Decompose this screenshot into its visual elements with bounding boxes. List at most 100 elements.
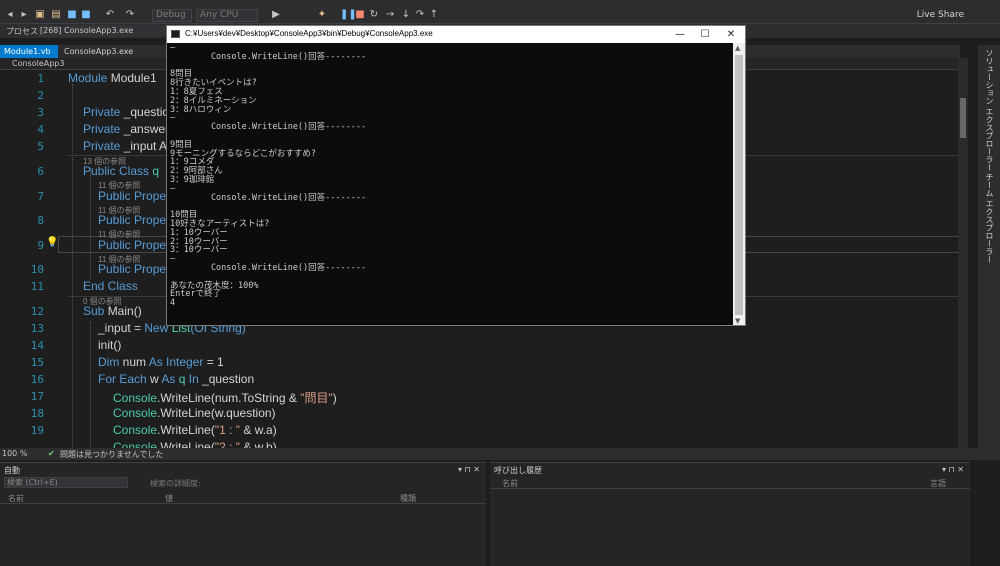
code-line-6: Public Class q: [83, 164, 160, 178]
solution-explorer-tab[interactable]: ソリューション エクスプローラー: [984, 49, 995, 172]
code-line-18: Console.WriteLine(w.question): [113, 406, 276, 420]
editor-scrollbar[interactable]: [958, 58, 968, 448]
line-number: 8: [37, 214, 44, 227]
redo-icon[interactable]: ↷: [124, 9, 136, 21]
console-title-bar[interactable]: C:¥Users¥dev¥Desktop¥ConsoleApp3¥bin¥Deb…: [167, 26, 745, 43]
code-line-14: init(): [98, 338, 122, 352]
search-depth-label: 検索の詳細度:: [150, 479, 201, 488]
debug-tool-icon[interactable]: ✦: [316, 9, 328, 21]
line-number: 5: [37, 140, 44, 153]
column-header-name[interactable]: 名前: [8, 493, 24, 504]
line-number: 19: [30, 424, 44, 437]
forward-icon[interactable]: ▸: [18, 9, 30, 21]
code-line-4: Private _answer: [83, 122, 170, 136]
line-number: 14: [30, 339, 44, 352]
indent-guide: [90, 322, 91, 448]
line-number: 10: [30, 263, 44, 276]
line-number: 2: [37, 89, 44, 102]
code-line-1: Module Module1: [68, 71, 157, 85]
tab-module1[interactable]: Module1.vb: [0, 45, 58, 58]
indent-guide: [72, 84, 73, 448]
autos-panel: 自動 ▾ ⊓ ✕ 検索 (Ctrl+E) 検索の詳細度: 名前 値 種類: [0, 462, 486, 566]
column-header-name[interactable]: 名前: [502, 478, 518, 489]
new-project-icon[interactable]: ▣: [34, 9, 46, 21]
close-icon[interactable]: ✕: [723, 28, 739, 41]
scroll-up-icon[interactable]: ▲: [735, 44, 740, 52]
side-tool-tabs: ソリューション エクスプローラー チーム エクスプローラー: [978, 45, 1000, 455]
scroll-down-icon[interactable]: ▼: [735, 317, 740, 325]
step-over-icon[interactable]: ↷: [414, 9, 426, 21]
configuration-select[interactable]: Debug: [152, 9, 192, 22]
save-all-icon[interactable]: ■: [80, 9, 92, 21]
project-scope[interactable]: ConsoleApp3: [12, 59, 64, 68]
line-number: 13: [30, 322, 44, 335]
console-output: — Console.WriteLine()回答-------- 8問目 8行きた…: [170, 44, 367, 309]
platform-select[interactable]: Any CPU: [196, 9, 258, 22]
console-scroll-thumb[interactable]: [735, 55, 743, 315]
panel-title: 自動: [4, 466, 20, 475]
save-icon[interactable]: ■: [66, 9, 78, 21]
console-scrollbar[interactable]: ▲ ▼: [733, 43, 745, 325]
line-number: 15: [30, 356, 44, 369]
maximize-icon[interactable]: ☐: [697, 28, 713, 41]
code-line-17: Console.WriteLine(num.ToString & "問目"): [113, 391, 337, 405]
code-line-20: Console.WriteLine("2 : " & w.b): [113, 440, 277, 448]
line-number: 16: [30, 373, 44, 386]
line-number: 11: [30, 280, 44, 293]
search-input[interactable]: 検索 (Ctrl+E): [4, 477, 128, 488]
line-number: 4: [37, 123, 44, 136]
panel-controls-icon[interactable]: ▾ ⊓ ✕: [458, 465, 480, 474]
code-line-12: Sub Main(): [83, 304, 142, 318]
code-line-9: Public Proper: [98, 238, 171, 252]
line-number: 17: [30, 390, 44, 403]
show-next-statement-icon[interactable]: →: [384, 9, 396, 21]
line-number: 12: [30, 305, 44, 318]
step-out-icon[interactable]: ↑: [428, 9, 440, 21]
process-select[interactable]: [268] ConsoleApp3.exe: [38, 25, 168, 37]
code-line-8: Public Proper: [98, 213, 171, 227]
panel-title: 呼び出し履歴: [494, 466, 542, 475]
line-number: 18: [30, 407, 44, 420]
lightbulb-icon[interactable]: 💡: [46, 237, 58, 248]
editor-status-row: 100 % ✔ 問題は見つかりませんでした: [0, 448, 1000, 460]
undo-icon[interactable]: ↶: [104, 9, 116, 21]
team-explorer-tab[interactable]: チーム エクスプローラー: [984, 173, 995, 264]
issues-status[interactable]: 問題は見つかりませんでした: [60, 449, 163, 460]
stop-icon[interactable]: ■: [354, 9, 366, 21]
console-app-icon: [171, 30, 180, 38]
console-window[interactable]: C:¥Users¥dev¥Desktop¥ConsoleApp3¥bin¥Deb…: [166, 25, 746, 326]
step-into-icon[interactable]: ↓: [400, 9, 412, 21]
minimize-icon[interactable]: —: [672, 28, 688, 41]
code-line-5: Private _input A: [83, 139, 168, 153]
line-number: 9: [37, 239, 44, 252]
column-header-language[interactable]: 言語: [930, 478, 946, 489]
column-header-value[interactable]: 値: [165, 493, 173, 504]
back-icon[interactable]: ◂: [4, 9, 16, 21]
column-header-row: [490, 477, 970, 489]
line-number: 3: [37, 106, 44, 119]
main-toolbar: ◂ ▸ ▣ ▤ ■ ■ ↶ ↷ Debug Any CPU ▶ ✦ ❚❚ ■ ↻…: [0, 6, 1000, 24]
indent-guide: [90, 168, 91, 280]
open-file-icon[interactable]: ▤: [50, 9, 62, 21]
line-number: 7: [37, 190, 44, 203]
code-line-10: Public Proper: [98, 262, 171, 276]
live-share-button[interactable]: Live Share: [917, 10, 964, 20]
panel-controls-icon[interactable]: ▾ ⊓ ✕: [942, 465, 964, 474]
line-number: 6: [37, 165, 44, 178]
continue-icon[interactable]: ▶: [270, 9, 282, 21]
process-label: プロセス:: [6, 27, 41, 36]
check-icon: ✔: [48, 449, 55, 458]
scrollbar-thumb[interactable]: [960, 98, 966, 138]
pause-icon[interactable]: ❚❚: [340, 9, 357, 21]
restart-icon[interactable]: ↻: [368, 9, 380, 21]
code-line-16: For Each w As q In _question: [98, 372, 255, 386]
code-line-11: End Class: [83, 279, 138, 293]
console-title: C:¥Users¥dev¥Desktop¥ConsoleApp3¥bin¥Deb…: [185, 29, 433, 38]
call-stack-panel: 呼び出し履歴 ▾ ⊓ ✕ 名前 言語: [490, 462, 970, 566]
code-line-15: Dim num As Integer = 1: [98, 355, 224, 369]
tab-consoleapp3-exe[interactable]: ConsoleApp3.exe: [60, 45, 133, 58]
column-header-type[interactable]: 種類: [400, 493, 416, 504]
line-number: 1: [37, 72, 44, 85]
code-line-3: Private _questio: [83, 105, 170, 119]
zoom-level[interactable]: 100 %: [2, 449, 27, 458]
